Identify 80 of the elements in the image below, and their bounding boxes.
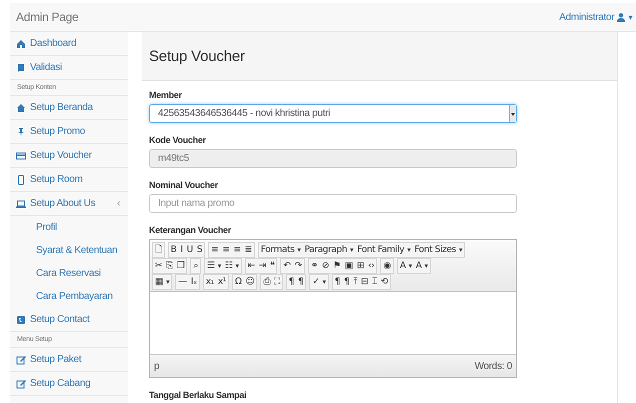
toolbar-button[interactable]: ¶ bbox=[342, 275, 352, 289]
caret-icon: ‹ bbox=[116, 198, 120, 209]
tablet-icon bbox=[16, 174, 26, 184]
toolbar-button[interactable]: S bbox=[194, 243, 204, 257]
toolbar-button[interactable]: ⇤ bbox=[246, 259, 257, 273]
laptop-icon bbox=[16, 198, 26, 208]
toolbar-button[interactable]: ◉ bbox=[381, 259, 393, 273]
word-count: Words: 0 bbox=[474, 360, 512, 372]
sidebar-item[interactable]: Setup About Us bbox=[30, 198, 96, 209]
toolbar-button[interactable]: ⊞ bbox=[354, 259, 366, 273]
field-label: Keterangan Voucher bbox=[149, 225, 231, 235]
card-icon bbox=[16, 150, 26, 160]
user-menu-link[interactable]: Administrator bbox=[559, 12, 614, 22]
sidebar-subitem[interactable]: Cara Pembayaran bbox=[36, 291, 113, 302]
toolbar-button[interactable]: ≡ bbox=[231, 243, 243, 257]
toolbar-button[interactable]: ⛶ bbox=[272, 275, 282, 289]
edit-icon bbox=[16, 354, 26, 364]
toolbar-button[interactable]: ⚑ bbox=[331, 259, 343, 273]
toolbar-button[interactable]: ⎘ bbox=[164, 259, 175, 273]
contact-icon bbox=[16, 314, 26, 324]
sidebar-subitem[interactable]: Syarat & Ketentuan bbox=[36, 245, 118, 256]
toolbar-button[interactable]: U bbox=[184, 243, 195, 257]
sidebar-item[interactable]: Setup Promo bbox=[30, 126, 86, 137]
sidebar-item[interactable]: Validasi bbox=[30, 62, 62, 73]
sidebar-item[interactable]: Dashboard bbox=[30, 38, 76, 49]
toolbar-button[interactable]: ⚭ bbox=[308, 259, 320, 273]
page-title: Setup Voucher bbox=[149, 48, 245, 64]
toolbar-button[interactable]: ⤒ bbox=[351, 275, 359, 289]
toolbar-button[interactable]: ≡ bbox=[209, 243, 220, 257]
toolbar-button[interactable]: ⎙ bbox=[261, 275, 272, 289]
home-icon bbox=[16, 102, 26, 112]
element-path: p bbox=[154, 360, 160, 372]
toolbar-button[interactable]: ¶ bbox=[332, 275, 342, 289]
toolbar-button[interactable]: ⌶ bbox=[370, 275, 379, 289]
toolbar-button[interactable]: ☺ bbox=[243, 275, 256, 289]
sidebar-subitem[interactable]: Cara Reservasi bbox=[36, 268, 101, 279]
toolbar-button[interactable]: ⟲ bbox=[378, 275, 390, 289]
toolbar-button[interactable]: — bbox=[176, 275, 189, 289]
toolbar-button[interactable]: I bbox=[178, 243, 185, 257]
toolbar-button[interactable]: ✂ bbox=[153, 259, 164, 273]
toolbar-button[interactable]: ‹› bbox=[366, 259, 376, 273]
member-select[interactable]: 42563543646536445 - novi khristina putri bbox=[149, 104, 517, 123]
sidebar-item[interactable]: Setup Room bbox=[30, 174, 83, 185]
input-field[interactable]: m49tc5 bbox=[149, 149, 517, 168]
toolbar-button[interactable]: ↷ bbox=[292, 259, 304, 273]
toolbar-button[interactable]: Ω bbox=[232, 275, 244, 289]
toolbar-button[interactable]: ¶ bbox=[286, 275, 296, 289]
toolbar-button[interactable]: ↶ bbox=[281, 259, 293, 273]
sidebar-item[interactable]: Setup Paket bbox=[30, 354, 82, 365]
field-label: Tanggal Berlaku Sampai bbox=[149, 390, 246, 400]
toolbar-button[interactable]: ⌕ bbox=[191, 259, 200, 273]
field-label: Member bbox=[149, 90, 182, 100]
sidebar-item[interactable]: Setup Voucher bbox=[30, 150, 92, 161]
sidebar-item[interactable]: Setup Cabang bbox=[30, 378, 90, 389]
sidebar-subitem[interactable]: Profil bbox=[36, 222, 57, 233]
toolbar-button[interactable]: ⊘ bbox=[320, 259, 332, 273]
toolbar-button[interactable]: x₁ bbox=[204, 275, 216, 289]
toolbar-button[interactable]: ≡ bbox=[220, 243, 232, 257]
caret-icon: ▾ bbox=[628, 12, 632, 22]
user-icon bbox=[617, 12, 626, 22]
toolbar-button[interactable]: ⇥ bbox=[256, 259, 268, 273]
toolbar-button[interactable]: 🗋 bbox=[153, 243, 164, 257]
toolbar-button[interactable]: ❐ bbox=[174, 259, 186, 273]
brand-title[interactable]: Admin Page bbox=[16, 10, 78, 24]
field-label: Kode Voucher bbox=[149, 135, 206, 145]
field-label: Nominal Voucher bbox=[149, 180, 218, 190]
toolbar-button[interactable]: x¹ bbox=[216, 275, 228, 289]
toolbar-button[interactable]: B bbox=[168, 243, 178, 257]
edit-icon bbox=[16, 378, 26, 388]
toolbar-button[interactable]: ⊟ bbox=[358, 275, 370, 289]
toolbar-button[interactable]: ¶ bbox=[296, 275, 306, 289]
sidebar-item[interactable]: Setup Beranda bbox=[30, 102, 93, 113]
toolbar-button[interactable]: ≣ bbox=[242, 243, 254, 257]
toolbar-button[interactable]: Iₓ bbox=[188, 275, 199, 289]
pushpin-icon bbox=[16, 126, 26, 136]
house-icon bbox=[16, 38, 26, 48]
toolbar-button[interactable]: ❝ bbox=[268, 259, 276, 273]
toolbar-button[interactable]: ▣ bbox=[342, 259, 355, 273]
sidebar-item[interactable]: Setup Contact bbox=[30, 314, 90, 325]
book-icon bbox=[16, 62, 26, 72]
